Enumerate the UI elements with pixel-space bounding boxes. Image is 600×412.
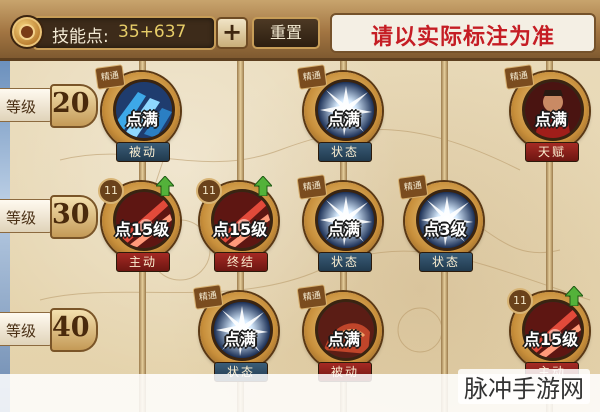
skill-points-panel: 技能点: 35+637 [32, 16, 216, 50]
skill-type-ribbon: 状态 [318, 142, 372, 162]
skill-node[interactable]: 精通点满天赋 [503, 64, 595, 172]
skill-medal-icon [10, 15, 44, 49]
level-row-30: 等级 30 [0, 195, 98, 239]
skill-status-text: 点3级 [423, 220, 467, 239]
mastery-badge: 精通 [296, 284, 328, 310]
reset-button[interactable]: 重置 [252, 17, 320, 49]
skill-status-text: 点15级 [212, 220, 268, 239]
skill-node[interactable]: 11 点15级主动 [98, 175, 186, 282]
level-number: 30 [52, 199, 90, 230]
mastery-badge: 精通 [192, 284, 224, 310]
skill-status-text: 点满 [534, 110, 567, 129]
skill-type-ribbon: 天赋 [525, 142, 579, 162]
mastery-badge: 精通 [503, 64, 535, 90]
upgrade-arrow-icon[interactable] [252, 175, 274, 197]
upgrade-arrow-icon[interactable] [154, 175, 176, 197]
notice-text: 请以实际标注为准 [370, 25, 555, 50]
skill-node[interactable]: 11 点15级终结 [196, 175, 284, 282]
level-row-20: 等级 20 [0, 84, 98, 128]
skill-points-value: 35+637 [118, 22, 187, 42]
level-number: 40 [52, 312, 90, 343]
skill-node[interactable]: 精通点满状态 [296, 174, 388, 282]
level-label: 等级 [6, 98, 37, 116]
skill-status-text: 点满 [125, 110, 158, 129]
skill-level-badge: 11 [196, 178, 222, 204]
notice-banner: 请以实际标注为准 [330, 13, 596, 53]
skill-level-badge: 11 [507, 288, 533, 314]
mastery-badge: 精通 [94, 64, 126, 90]
skill-status-text: 点满 [327, 110, 360, 129]
skill-type-ribbon: 状态 [318, 252, 372, 272]
skill-type-ribbon: 主动 [116, 252, 170, 272]
mastery-badge: 精通 [296, 64, 328, 90]
skill-level-badge: 11 [98, 178, 124, 204]
upgrade-arrow-icon[interactable] [563, 285, 585, 307]
skill-status-text: 点15级 [523, 330, 579, 349]
level-number: 20 [52, 88, 90, 119]
skill-status-text: 点满 [327, 330, 360, 349]
skill-type-ribbon: 状态 [419, 252, 473, 272]
add-skill-points-button[interactable]: + [216, 17, 248, 49]
top-bar: 技能点: 35+637 + 重置 请以实际标注为准 [0, 0, 600, 61]
watermark: 脉冲手游网 [458, 369, 590, 404]
level-label: 等级 [6, 322, 37, 340]
skill-type-ribbon: 被动 [116, 142, 170, 162]
level-row-40: 等级 40 [0, 308, 98, 352]
skill-node[interactable]: 精通点3级状态 [397, 174, 489, 282]
mastery-badge: 精通 [296, 174, 328, 200]
skill-status-text: 点15级 [114, 220, 170, 239]
skill-node[interactable]: 精通点满被动 [94, 64, 186, 172]
skill-status-text: 点满 [223, 330, 256, 349]
level-label: 等级 [6, 209, 37, 227]
skill-points-label: 技能点: [52, 27, 109, 47]
skill-node[interactable]: 精通点满状态 [296, 64, 388, 172]
skill-type-ribbon: 终结 [214, 252, 268, 272]
mastery-badge: 精通 [397, 174, 429, 200]
skill-status-text: 点满 [327, 220, 360, 239]
